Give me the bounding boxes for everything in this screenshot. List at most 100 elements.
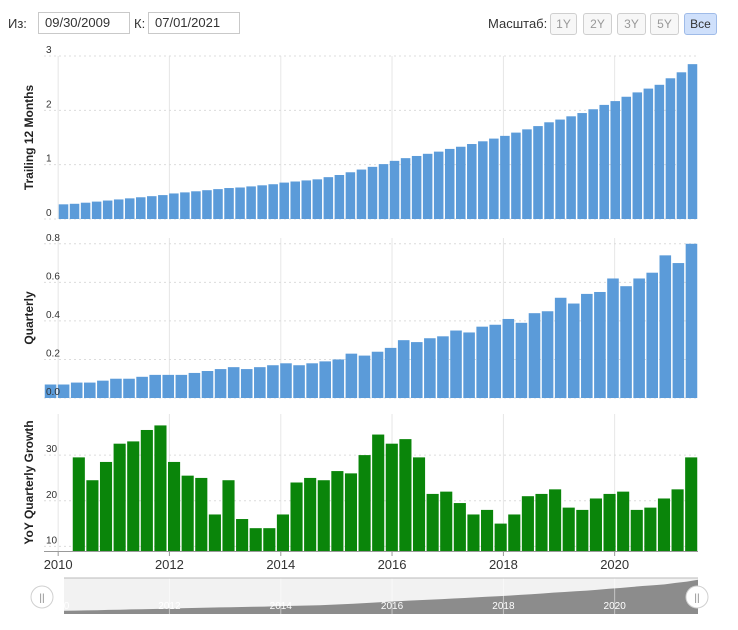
navigator-tick-label: 2012 [158, 601, 181, 612]
bar [384, 347, 397, 398]
bar [481, 509, 494, 551]
bar [195, 477, 208, 551]
y-tick-label: 20 [46, 490, 58, 501]
bar [372, 434, 385, 551]
bar [91, 201, 102, 219]
bar [70, 382, 83, 398]
y-tick-label: 2 [46, 99, 52, 110]
bar [657, 498, 671, 551]
right-handle-grip-icon: || [694, 593, 699, 604]
bar [113, 443, 126, 551]
bar [378, 164, 389, 219]
bar [222, 480, 235, 551]
bar [389, 160, 400, 219]
bar [535, 493, 548, 551]
bar [175, 374, 188, 398]
navigator-right-handle[interactable]: || [685, 585, 709, 609]
bar [450, 330, 462, 398]
bar [633, 278, 645, 398]
bar [400, 158, 411, 219]
bar [317, 480, 330, 551]
bar [249, 528, 262, 551]
y-axis-title: Trailing 12 Months [22, 85, 36, 191]
bar [577, 113, 587, 219]
bar [621, 96, 632, 219]
bars-layer [44, 64, 698, 551]
bar [279, 182, 289, 219]
bar [371, 351, 384, 398]
bar [676, 72, 687, 219]
bar [440, 491, 453, 551]
navigator-left-handle[interactable]: || [30, 585, 54, 609]
bar [276, 514, 289, 551]
left-handle-grip-icon: || [39, 593, 44, 604]
bar [467, 144, 477, 219]
y-tick-label: 1 [46, 154, 52, 165]
bar [290, 181, 300, 219]
y-tick-label: 0 [46, 208, 52, 219]
y-tick-label: 30 [46, 444, 58, 455]
bar [332, 359, 345, 398]
bar [599, 104, 609, 219]
bar [319, 361, 332, 398]
navigator-tick-label: 2016 [381, 601, 404, 612]
bar [356, 169, 367, 219]
navigator[interactable]: 2010 2012 2014 2016 2018 2020 || || [30, 577, 709, 614]
bar [607, 278, 619, 398]
bar [410, 342, 423, 398]
y-axis-title: YoY Quarterly Growth [22, 420, 36, 544]
bar [589, 498, 602, 551]
bar [444, 148, 455, 219]
bar [334, 174, 345, 219]
bar [268, 184, 278, 219]
bar [99, 461, 113, 551]
bar [603, 493, 616, 551]
bar [113, 199, 124, 219]
bar [632, 92, 643, 219]
bar [83, 382, 96, 398]
bar [312, 179, 323, 219]
bar [567, 303, 580, 398]
bar [644, 507, 657, 551]
bar [191, 191, 201, 219]
bar [562, 507, 575, 551]
bar [344, 473, 358, 551]
y-axis-title: Quarterly [22, 291, 36, 345]
bar [102, 200, 113, 219]
bar [654, 84, 665, 219]
x-tick-label: 2020 [600, 557, 629, 572]
bar [478, 141, 488, 219]
bar [293, 365, 305, 398]
y-tick-label: 0.2 [46, 348, 60, 359]
bar [617, 491, 630, 551]
bar [263, 528, 276, 551]
bar [123, 378, 135, 398]
bar [304, 477, 317, 551]
bar [541, 311, 554, 398]
bar [224, 188, 234, 219]
bar [246, 186, 256, 219]
bar [581, 293, 593, 398]
y-tick-label: 0.0 [46, 387, 60, 398]
bar [453, 503, 466, 551]
bar [630, 509, 643, 551]
bar [158, 195, 168, 219]
y-tick-label: 3 [46, 45, 52, 56]
bar [280, 363, 292, 398]
bar [202, 190, 212, 219]
text-layer: 0 1 2 3 Trailing 12 Months 0.0 0.2 0.4 0.6 0.8 Qua… [22, 45, 60, 546]
bar [267, 365, 279, 398]
y-tick-label: 0.6 [46, 271, 60, 282]
bar [127, 441, 140, 551]
y-tick-label: 10 [46, 535, 58, 546]
bar [345, 353, 358, 398]
x-axis: 2010 2012 2014 2016 2018 2020 [44, 551, 698, 572]
bar [188, 372, 201, 398]
bar [240, 369, 253, 398]
bar [433, 151, 444, 219]
bar [576, 509, 589, 551]
y-tick-label: 0.8 [46, 233, 60, 244]
bar [424, 338, 436, 398]
bar [162, 374, 175, 398]
bar [147, 196, 157, 219]
